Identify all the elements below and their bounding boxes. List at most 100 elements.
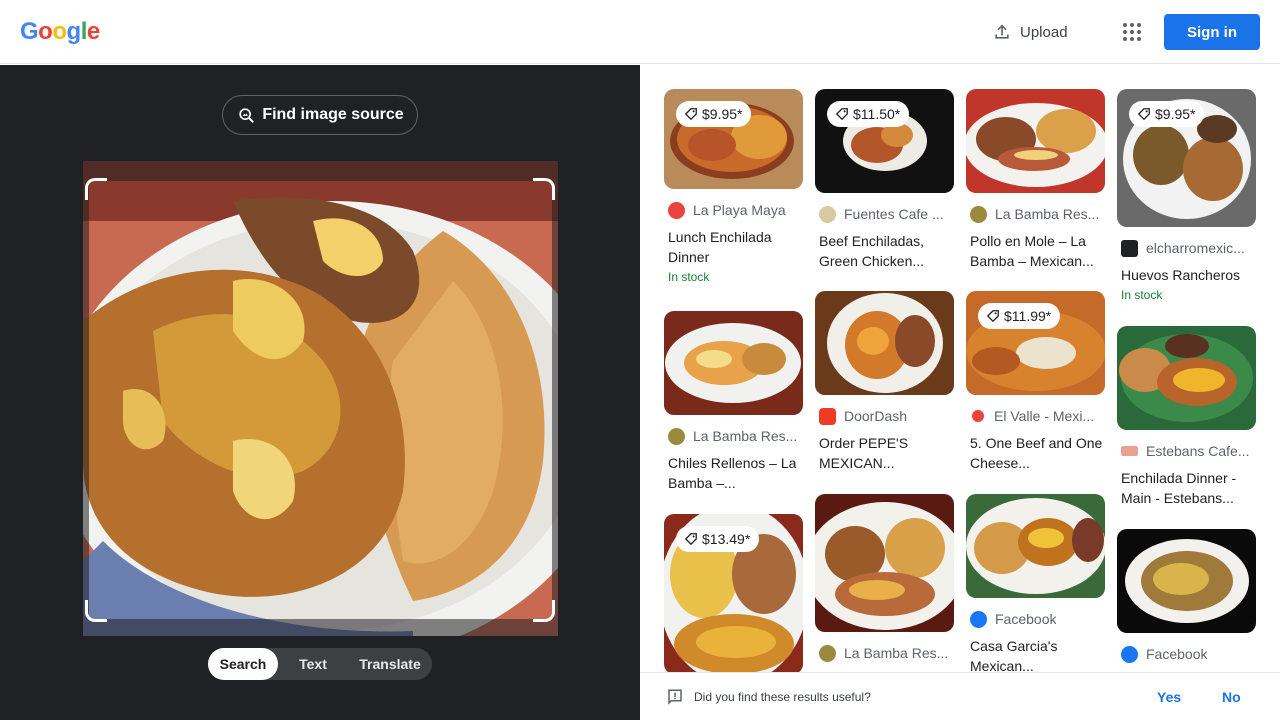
source-name: Estebans Cafe... [1146,443,1250,459]
crop-shade-bottom [83,619,558,636]
tab-search[interactable]: Search [208,648,278,680]
tag-icon [684,108,697,121]
sign-in-button[interactable]: Sign in [1164,14,1260,50]
result-card[interactable]: Facebook Casa Garcia's Mexican... [966,494,1105,676]
price-badge: $9.95* [676,101,752,127]
crop-handle-bottom-right[interactable] [533,600,555,622]
feedback-no-button[interactable]: No [1222,689,1241,705]
result-title[interactable]: Casa Garcia's Mexican... [966,636,1105,676]
source-name: La Playa Maya [693,202,786,218]
crop-handle-top-left[interactable] [85,178,107,200]
price-badge: $9.95* [1129,101,1205,127]
result-source: El Valle - Mexi... [966,407,1105,425]
result-card[interactable]: $13.49* [664,514,803,674]
result-thumbnail[interactable] [664,311,803,415]
find-image-source-button[interactable]: Find image source [222,95,418,135]
upload-icon [995,24,1009,39]
crop-shade-top [83,161,558,181]
price-text: $9.95* [702,106,743,122]
result-source: Fuentes Cafe ... [815,205,954,223]
tab-text[interactable]: Text [278,648,348,680]
la-bamba-favicon [970,205,987,223]
tab-translate[interactable]: Translate [348,648,432,680]
result-title[interactable]: Enchilada Dinner - Main - Estebans... [1117,468,1256,508]
price-text: $9.95* [1155,106,1196,122]
result-card[interactable]: DoorDash Order PEPE'S MEXICAN... [815,291,954,473]
tag-icon [1137,108,1150,121]
feedback-question: Did you find these results useful? [694,689,871,704]
result-thumbnail[interactable]: $13.49* [664,514,803,674]
fuentes-cafe-favicon [819,205,836,223]
tag-icon [835,108,848,121]
result-card[interactable]: La Bamba Res... [815,494,954,662]
facebook-favicon [1121,645,1138,663]
source-name: DoorDash [844,408,908,424]
result-title[interactable]: Lunch Enchilada Dinner [664,227,803,267]
result-thumbnail[interactable] [966,494,1105,598]
result-thumbnail[interactable] [1117,326,1256,430]
result-thumbnail[interactable]: $11.50* [815,89,954,193]
el-charro-favicon [1121,239,1138,257]
crop-shade-right [552,181,558,619]
apps-grid-icon[interactable] [1122,22,1142,42]
result-card[interactable]: La Bamba Res... Chiles Rellenos – La Bam… [664,311,803,493]
crop-handle-bottom-left[interactable] [85,600,107,622]
logo-letter: o [52,18,67,45]
result-card[interactable]: $11.50* Fuentes Cafe ... Beef Enchiladas… [815,89,954,271]
result-thumbnail[interactable]: $11.99* [966,291,1105,395]
result-source: DoorDash [815,407,954,425]
result-card[interactable]: $9.95* La Playa Maya Lunch Enchilada Din… [664,89,803,284]
result-thumbnail[interactable] [1117,529,1256,633]
la-bamba-favicon [819,644,836,662]
result-title[interactable]: Pollo en Mole – La Bamba – Mexican... [966,231,1105,271]
result-source: elcharromexic... [1117,239,1256,257]
lens-mode-switch: Search Text Translate [208,648,432,680]
result-title[interactable]: 5. One Beef and One Cheese... [966,433,1105,473]
tag-icon [684,533,697,546]
la-playa-maya-favicon [668,201,685,219]
price-text: $11.50* [853,106,901,122]
source-name: La Bamba Res... [995,206,1100,222]
result-title[interactable]: Huevos Rancheros [1117,265,1256,285]
feedback-yes-button[interactable]: Yes [1157,689,1181,705]
price-text: $13.49* [702,531,751,547]
source-name: elcharromexic... [1146,240,1245,256]
result-thumbnail[interactable]: $9.95* [664,89,803,189]
logo-letter: o [38,18,53,45]
source-name: Facebook [995,611,1057,627]
crop-handle-top-right[interactable] [533,178,555,200]
result-card[interactable]: Estebans Cafe... Enchilada Dinner - Main… [1117,326,1256,508]
price-badge: $13.49* [676,526,760,552]
result-card[interactable]: $11.99* El Valle - Mexi... 5. One Beef a… [966,291,1105,473]
result-source: Facebook [1117,645,1256,663]
result-title[interactable]: Chiles Rellenos – La Bamba –... [664,453,803,493]
feedback-icon [668,689,682,705]
result-title[interactable]: Order PEPE'S MEXICAN... [815,433,954,473]
query-image[interactable] [83,161,558,636]
result-card[interactable]: $9.95* elcharromexic... Huevos Rancheros… [1117,89,1256,302]
result-source: La Bamba Res... [966,205,1105,223]
visual-matches-panel: $9.95* La Playa Maya Lunch Enchilada Din… [640,65,1280,720]
result-thumbnail[interactable] [815,291,954,395]
result-title[interactable]: Beef Enchiladas, Green Chicken... [815,231,954,271]
logo-letter: G [20,18,39,45]
source-name: El Valle - Mexi... [994,408,1095,424]
upload-button[interactable]: Upload [992,20,1068,44]
result-source: La Playa Maya [664,201,803,219]
feedback-bar: Did you find these results useful? Yes N… [640,672,1280,720]
logo-letter: g [66,18,82,45]
result-source: La Bamba Res... [815,644,954,662]
result-thumbnail[interactable] [815,494,954,632]
crop-shade-left [83,181,89,619]
result-thumbnail[interactable] [966,89,1105,193]
result-card[interactable]: La Bamba Res... Pollo en Mole – La Bamba… [966,89,1105,271]
result-source: Facebook [966,610,1105,628]
google-logo[interactable]: Google [20,18,100,46]
price-badge: $11.50* [827,101,910,127]
result-thumbnail[interactable]: $9.95* [1117,89,1256,227]
result-card[interactable]: Facebook [1117,529,1256,663]
source-name: La Bamba Res... [693,428,798,444]
doordash-favicon [819,407,836,425]
image-search-icon [239,108,254,123]
result-source: Estebans Cafe... [1117,442,1256,460]
